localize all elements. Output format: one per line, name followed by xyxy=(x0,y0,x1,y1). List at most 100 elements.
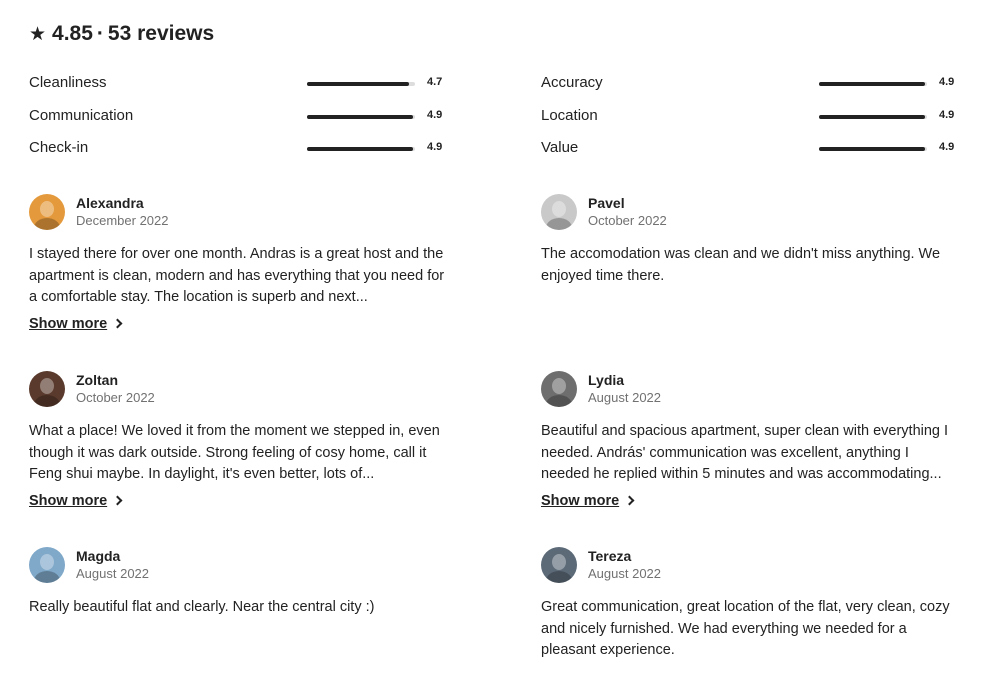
category-rating-row: Location 4.9 xyxy=(541,105,954,138)
chevron-right-icon xyxy=(112,495,123,506)
reviewer-name: Magda xyxy=(76,548,121,564)
reviewer-info: Magda August 2022 xyxy=(76,547,149,583)
show-more-button[interactable]: Show more xyxy=(29,315,123,332)
review-text: What a place! We loved it from the momen… xyxy=(29,423,440,482)
reviewer-name: Pavel xyxy=(588,195,625,211)
rating-bar-fill xyxy=(819,82,925,86)
avatar-face xyxy=(552,554,566,570)
avatar[interactable] xyxy=(29,547,65,583)
show-more-button[interactable]: Show more xyxy=(541,492,635,509)
reviewer-name: Alexandra xyxy=(76,195,144,211)
avatar-body xyxy=(546,218,572,230)
review-date: October 2022 xyxy=(588,213,667,228)
category-score: 4.9 xyxy=(427,141,443,153)
category-rating-row: Accuracy 4.9 xyxy=(541,72,954,105)
chevron-right-icon xyxy=(112,318,123,329)
show-more-label: Show more xyxy=(29,315,108,332)
review-card: Lydia August 2022 Beautiful and spacious a… xyxy=(541,369,961,510)
show-more-label: Show more xyxy=(29,492,108,509)
category-rating-row: Cleanliness 4.7 xyxy=(29,72,442,105)
review-text: Beautiful and spacious apartment, super … xyxy=(541,423,949,482)
reviewer-name: Lydia xyxy=(588,372,625,388)
category-label: Communication xyxy=(29,106,134,124)
category-rating-row: Check-in 4.9 xyxy=(29,137,442,170)
avatar[interactable] xyxy=(541,547,577,583)
rating-bar xyxy=(307,114,415,119)
review-text: I stayed there for over one month. Andra… xyxy=(29,246,445,305)
category-rating-row: Communication 4.9 xyxy=(29,105,442,138)
reviews-summary: ★ 4.85 · 53 reviews xyxy=(29,22,214,46)
rating-bar xyxy=(819,147,927,151)
avatar[interactable] xyxy=(541,194,577,230)
review-header: Zoltan October 2022 xyxy=(29,369,449,409)
rating-bar-fill xyxy=(819,114,925,119)
rating-bar-fill xyxy=(307,82,409,86)
category-score: 4.9 xyxy=(427,108,443,121)
review-date: December 2022 xyxy=(76,213,169,228)
review-date: August 2022 xyxy=(588,390,662,405)
review-date: October 2022 xyxy=(76,390,155,405)
reviewer-name: Tereza xyxy=(588,548,632,564)
rating-bar xyxy=(307,147,415,151)
rating-bar xyxy=(819,114,927,119)
reviewer-name: Zoltan xyxy=(76,372,118,388)
review-header: Lydia August 2022 xyxy=(541,369,961,409)
review-header: Alexandra December 2022 xyxy=(29,192,449,232)
review-header: Tereza August 2022 xyxy=(541,545,961,585)
avatar[interactable] xyxy=(541,371,577,407)
review-header: Magda August 2022 xyxy=(29,545,449,585)
review-card: Magda August 2022 Really beautiful flat an… xyxy=(29,545,449,619)
category-score: 4.9 xyxy=(939,108,955,121)
rating-bar-fill xyxy=(307,114,413,119)
category-label: Accuracy xyxy=(541,74,603,91)
star-icon: ★ xyxy=(29,23,47,45)
avatar-face xyxy=(552,201,566,217)
review-card: Alexandra December 2022 I stayed there for… xyxy=(29,192,449,333)
avatar[interactable] xyxy=(29,194,65,230)
avatar-face xyxy=(40,554,54,570)
category-label: Cleanliness xyxy=(29,74,107,91)
reviewer-info: Pavel October 2022 xyxy=(588,194,667,230)
category-label: Check-in xyxy=(29,139,89,156)
rating-bar xyxy=(819,82,927,86)
review-date: August 2022 xyxy=(588,566,662,581)
avatar-face xyxy=(40,378,54,394)
review-header: Pavel October 2022 xyxy=(541,192,961,232)
review-count: 53 reviews xyxy=(107,22,215,45)
category-score: 4.7 xyxy=(427,76,443,88)
category-score: 4.9 xyxy=(939,141,955,153)
avatar-body xyxy=(34,571,60,583)
category-ratings-right: Accuracy 4.9 Location 4.9 Value 4.9 xyxy=(541,72,954,170)
overall-rating: 4.85 xyxy=(52,22,93,45)
category-rating-row: Value 4.9 xyxy=(541,137,954,170)
reviewer-info: Alexandra December 2022 xyxy=(76,194,169,230)
review-text: Great communication, great location of t… xyxy=(541,599,950,658)
avatar-body xyxy=(546,571,572,583)
rating-bar-fill xyxy=(307,147,413,151)
reviewer-info: Tereza August 2022 xyxy=(588,547,661,583)
separator-dot: · xyxy=(96,22,104,45)
avatar-body xyxy=(34,218,60,230)
category-label: Location xyxy=(541,106,598,124)
category-ratings-left: Cleanliness 4.7 Communication 4.9 Check-in 4.… xyxy=(29,72,442,170)
review-card: Pavel October 2022 The accomodation was cl… xyxy=(541,192,961,287)
rating-bar-fill xyxy=(819,147,925,151)
show-more-label: Show more xyxy=(541,492,620,509)
category-label: Value xyxy=(541,139,579,156)
review-date: August 2022 xyxy=(76,566,150,581)
reviewer-info: Zoltan October 2022 xyxy=(76,371,155,407)
review-card: Tereza August 2022 Great communication, gr… xyxy=(541,545,961,662)
reviewer-info: Lydia August 2022 xyxy=(588,371,661,407)
chevron-right-icon xyxy=(624,495,635,506)
category-score: 4.9 xyxy=(939,76,955,88)
rating-bar xyxy=(307,82,415,86)
avatar-body xyxy=(546,395,572,407)
review-card: Zoltan October 2022 What a place! We loved… xyxy=(29,369,449,510)
avatar-body xyxy=(34,395,60,407)
review-text: Really beautiful flat and clearly. Near … xyxy=(29,599,375,615)
review-text: The accomodation was clean and we didn't… xyxy=(541,246,941,284)
avatar-face xyxy=(40,201,54,217)
show-more-button[interactable]: Show more xyxy=(29,492,123,509)
avatar[interactable] xyxy=(29,371,65,407)
avatar-face xyxy=(552,378,566,394)
